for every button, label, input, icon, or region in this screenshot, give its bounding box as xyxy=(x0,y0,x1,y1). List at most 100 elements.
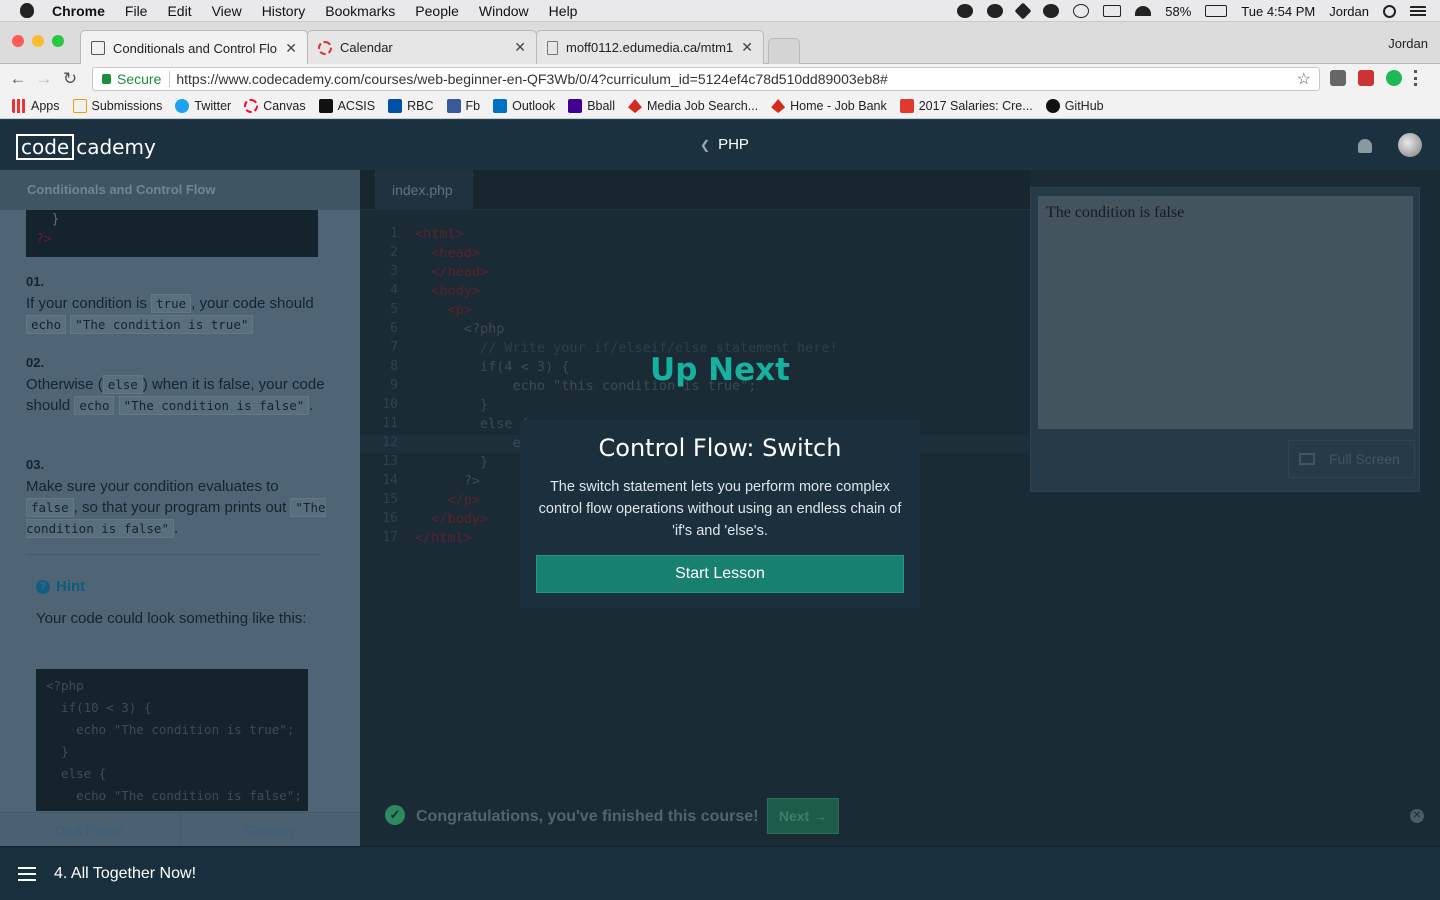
course-menu[interactable]: ❮ PHP xyxy=(700,136,749,153)
footer-divider xyxy=(180,813,181,846)
file-tab[interactable]: index.php xyxy=(375,170,473,210)
glossary-link[interactable]: Glossary xyxy=(244,823,295,838)
apps-grid-icon xyxy=(12,99,26,113)
url-text[interactable]: https://www.codecademy.com/courses/web-b… xyxy=(176,71,887,87)
creative-cloud-icon[interactable] xyxy=(1043,4,1060,18)
bookmark-apps[interactable]: Apps xyxy=(12,99,60,113)
lesson-nav-label[interactable]: 4. All Together Now! xyxy=(54,865,196,883)
battery-icon[interactable] xyxy=(1205,5,1228,17)
line-number: 9 xyxy=(390,378,398,393)
extension-bookmark-icon[interactable] xyxy=(1358,70,1374,86)
back-arrow-icon[interactable]: ← xyxy=(5,69,31,89)
omnibox[interactable]: Secure https://www.codecademy.com/course… xyxy=(92,67,1320,91)
tab-title: Calendar xyxy=(340,40,393,55)
bookmark-acsis[interactable]: ACSIS xyxy=(318,99,375,113)
menu-view[interactable]: View xyxy=(212,3,242,19)
line-number: 16 xyxy=(382,511,398,526)
app-header: code cademy ❮ PHP xyxy=(0,120,1440,170)
bookmark-outlook[interactable]: Outlook xyxy=(493,99,555,113)
menu-help[interactable]: Help xyxy=(549,3,578,19)
extension-icon[interactable] xyxy=(1330,70,1346,86)
bookmark-rbc[interactable]: RBC xyxy=(388,99,434,113)
bookmark-fb[interactable]: Fb xyxy=(446,99,481,113)
next-button[interactable]: Next → xyxy=(767,798,839,834)
notification-center-icon[interactable] xyxy=(1410,5,1426,17)
start-lesson-button[interactable]: Start Lesson xyxy=(536,555,904,593)
close-tab-icon[interactable]: ✕ xyxy=(514,39,526,56)
close-tab-icon[interactable]: ✕ xyxy=(741,39,753,56)
up-next-heading: Up Next xyxy=(650,352,790,388)
bookmark-twitter[interactable]: Twitter xyxy=(175,99,231,113)
folder-icon xyxy=(72,99,87,113)
hint-label: Hint xyxy=(56,578,86,595)
chrome-menu-icon[interactable] xyxy=(1414,70,1418,86)
outlook-icon xyxy=(493,99,508,113)
success-bar: ✓ Congratulations, you've finished this … xyxy=(360,795,1440,837)
hint-toggle[interactable]: ? Hint xyxy=(36,578,85,595)
extension-grammarly-icon[interactable] xyxy=(1386,70,1402,86)
clock[interactable]: Tue 4:54 PM xyxy=(1241,4,1315,19)
bookmark-github[interactable]: GitHub xyxy=(1045,99,1104,113)
logo-box: code xyxy=(16,134,75,160)
menu-icon[interactable] xyxy=(18,863,36,885)
drive-icon[interactable] xyxy=(1014,2,1032,20)
close-icon[interactable]: ✕ xyxy=(1410,809,1424,823)
secure-label: Secure xyxy=(117,71,162,87)
bookmark-submissions[interactable]: Submissions xyxy=(72,99,162,113)
qa-forum-link[interactable]: Q&A Forum xyxy=(55,823,123,838)
apple-icon[interactable] xyxy=(20,3,34,18)
codecademy-logo[interactable]: code cademy xyxy=(16,134,156,160)
reload-icon[interactable]: ↻ xyxy=(57,69,83,89)
code-line: </head> xyxy=(415,264,489,280)
canvas-icon xyxy=(244,99,259,113)
tab-calendar[interactable]: Calendar ✕ xyxy=(307,30,537,64)
close-window-icon[interactable] xyxy=(12,35,24,47)
status-app-icon-2[interactable] xyxy=(987,4,1004,18)
wifi-icon[interactable] xyxy=(1135,6,1152,16)
line-number: 1 xyxy=(390,226,398,241)
bookmark-label: Fb xyxy=(465,99,481,113)
tab-conditionals[interactable]: Conditionals and Control Flow ✕ xyxy=(80,30,308,65)
forward-arrow-icon[interactable]: → xyxy=(31,69,57,89)
step-number: 02. xyxy=(26,355,45,370)
time-machine-icon[interactable] xyxy=(1073,4,1090,18)
maximize-window-icon[interactable] xyxy=(52,35,64,47)
menu-file[interactable]: File xyxy=(125,3,148,19)
avatar[interactable] xyxy=(1398,133,1422,157)
line-number: 10 xyxy=(382,397,398,412)
bookmark-star-icon[interactable]: ☆ xyxy=(1297,69,1311,89)
menu-window[interactable]: Window xyxy=(479,3,529,19)
menu-app-chrome[interactable]: Chrome xyxy=(52,3,105,19)
bookmark-job-bank[interactable]: Home - Job Bank xyxy=(771,99,887,113)
line-number: 2 xyxy=(390,245,398,260)
tab-title: Conditionals and Control Flow xyxy=(113,40,278,56)
bookmark-canvas[interactable]: Canvas xyxy=(244,99,306,113)
bookmark-label: Twitter xyxy=(194,99,232,113)
yahoo-icon xyxy=(568,99,583,113)
step-text: Make sure your condition evaluates to fa… xyxy=(26,478,326,538)
tab-moff[interactable]: moff0112.edumedia.ca/mtm1 ✕ xyxy=(536,30,764,64)
bookmark-bball[interactable]: Bball xyxy=(568,99,615,113)
keyboard-icon[interactable] xyxy=(1103,5,1122,17)
new-tab-button[interactable] xyxy=(768,38,800,64)
line-number: 7 xyxy=(390,340,398,355)
menu-history[interactable]: History xyxy=(262,3,306,19)
close-tab-icon[interactable]: ✕ xyxy=(285,40,297,57)
bookmark-media-job-search[interactable]: Media Job Search... xyxy=(627,99,758,113)
bell-icon[interactable] xyxy=(1358,139,1372,153)
tab-title: moff0112.edumedia.ca/mtm1 xyxy=(566,40,734,55)
bookmark-salaries[interactable]: 2017 Salaries: Cre... xyxy=(899,99,1033,113)
bookmark-label: GitHub xyxy=(1064,99,1104,113)
menu-edit[interactable]: Edit xyxy=(167,3,191,19)
menu-bookmarks[interactable]: Bookmarks xyxy=(325,3,395,19)
code-line: <head> xyxy=(415,245,481,261)
menu-people[interactable]: People xyxy=(415,3,459,19)
user-name[interactable]: Jordan xyxy=(1329,4,1369,19)
minimize-window-icon[interactable] xyxy=(32,35,44,47)
full-screen-button[interactable]: Full Screen xyxy=(1288,440,1415,478)
spotlight-search-icon[interactable] xyxy=(1383,4,1396,18)
output-frame: The condition is false Full Screen xyxy=(1030,187,1420,492)
status-app-icon[interactable] xyxy=(957,4,974,18)
profile-name[interactable]: Jordan xyxy=(1388,36,1428,51)
github-icon xyxy=(1045,99,1060,113)
